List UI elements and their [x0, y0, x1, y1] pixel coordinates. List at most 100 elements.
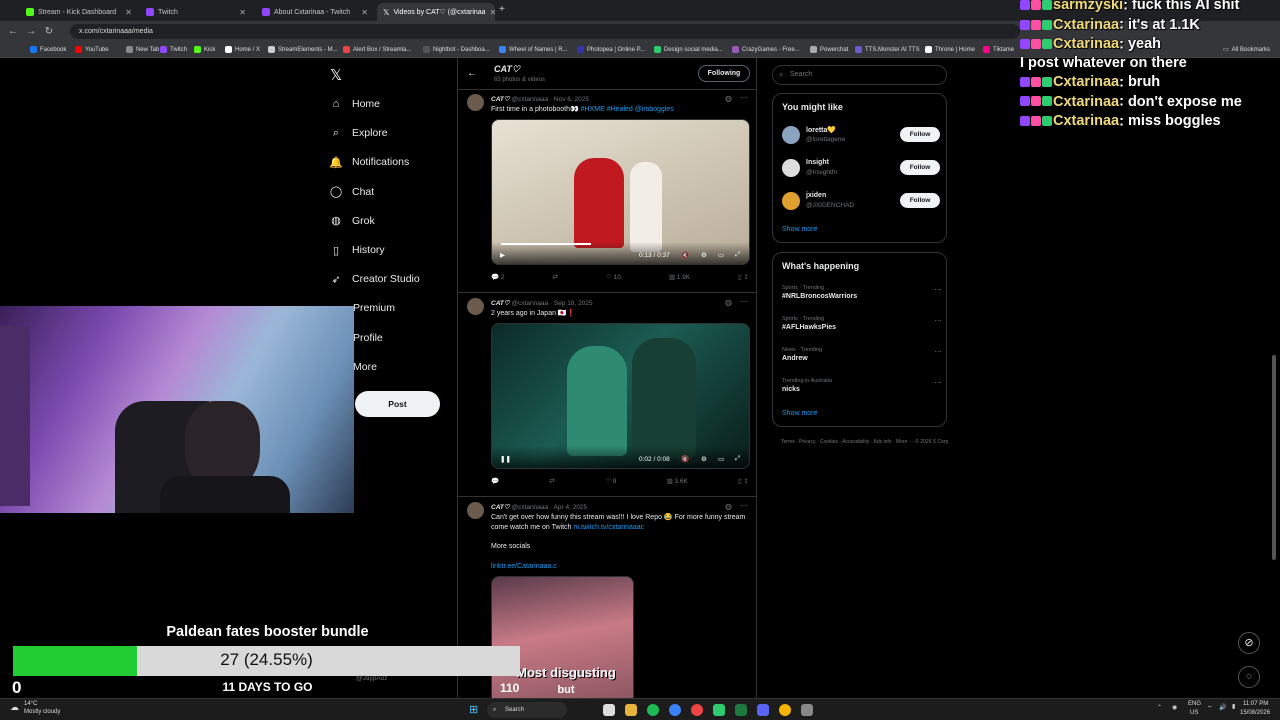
- bookmark-item[interactable]: Home / X: [225, 46, 260, 53]
- tweet-author[interactable]: CAT♡: [491, 300, 510, 307]
- address-bar[interactable]: x.com/cxtarinaaa/media: [70, 24, 1020, 39]
- bookmark-item[interactable]: Nightbot - Dashboa...: [423, 46, 490, 53]
- close-icon[interactable]: ✕: [361, 8, 368, 17]
- spotify-icon[interactable]: [647, 704, 659, 716]
- avatar[interactable]: [782, 159, 800, 177]
- bookmark-icon[interactable]: ▯ ⇪: [738, 477, 749, 485]
- follow-button[interactable]: Follow: [900, 127, 940, 142]
- nav-item-grok[interactable]: ◍ Grok: [330, 211, 375, 231]
- tab-x-videos[interactable]: 𝕏 Videos by CAT♡ (@cxtarinaa ✕: [377, 3, 495, 21]
- bookmark-item[interactable]: Tiktame: [983, 46, 1014, 53]
- pip-icon[interactable]: ▭: [718, 455, 724, 463]
- more-options-icon[interactable]: ⋯: [740, 93, 748, 102]
- taskbar-search[interactable]: ⌕ Search: [487, 702, 567, 718]
- tweet-author[interactable]: CAT♡: [491, 96, 510, 103]
- tweet-hashtags[interactable]: #HXME #Healed @imboggles: [581, 106, 674, 113]
- pip-icon[interactable]: ▭: [718, 251, 724, 259]
- grok-icon[interactable]: ◍: [725, 94, 732, 103]
- battery-icon[interactable]: ▮: [1232, 703, 1235, 710]
- more-options-icon[interactable]: ⋯: [934, 378, 942, 387]
- grok-icon[interactable]: ◍: [725, 502, 732, 511]
- profile-handle[interactable]: @JaypAuz: [356, 675, 388, 682]
- follow-button[interactable]: Follow: [900, 160, 940, 175]
- trend-item[interactable]: Sports · Trending #AFLHawksPies ⋯: [782, 316, 942, 331]
- bookmark-item[interactable]: Design social media...: [654, 46, 723, 53]
- avatar[interactable]: [782, 192, 800, 210]
- tweet-handle[interactable]: @cxtarinaaa: [512, 300, 549, 307]
- suggestion-item[interactable]: jxiden @JXIDENCHAD Follow: [782, 190, 942, 216]
- file-explorer-icon[interactable]: [625, 704, 637, 716]
- wifi-icon[interactable]: ⌔: [1207, 704, 1213, 712]
- windows-start-icon[interactable]: ⊞: [469, 703, 478, 716]
- back-arrow-icon[interactable]: ←: [467, 68, 477, 79]
- reply-button[interactable]: 💬 2: [491, 273, 505, 281]
- show-more-link[interactable]: Show more: [782, 226, 817, 233]
- avatar[interactable]: [782, 126, 800, 144]
- bookmark-item[interactable]: TTS.Monster AI TTS: [855, 46, 920, 53]
- more-options-icon[interactable]: ⋯: [740, 501, 748, 510]
- tweet-date[interactable]: Nov 6, 2025: [554, 96, 589, 103]
- avatar[interactable]: [467, 298, 484, 315]
- tray-icon[interactable]: ◉: [1172, 704, 1177, 711]
- weather-desc[interactable]: Mostly cloudy: [24, 709, 60, 715]
- tweet[interactable]: CAT♡ @cxtarinaaa · Nov 6, 2025 ◍ ⋯ First…: [458, 89, 756, 293]
- grok-float-icon[interactable]: ⊘: [1238, 632, 1260, 654]
- tray-chevron-icon[interactable]: ⌃: [1157, 704, 1162, 711]
- video-progress[interactable]: [501, 243, 591, 245]
- avatar[interactable]: [467, 94, 484, 111]
- tweet-handle[interactable]: @cxtarinaaa: [512, 504, 549, 511]
- clock-time[interactable]: 11:07 PM: [1243, 701, 1268, 707]
- bookmark-icon[interactable]: ▯ ⇪: [738, 273, 749, 281]
- chrome-profile-icon[interactable]: [779, 704, 791, 716]
- more-options-icon[interactable]: ⋯: [740, 297, 748, 306]
- bookmark-item[interactable]: Wheel of Names | R...: [499, 46, 568, 53]
- tab-twitch[interactable]: Twitch ✕: [140, 3, 252, 21]
- views-button[interactable]: ▥ 3.6K: [667, 477, 688, 485]
- following-button[interactable]: Following: [698, 65, 750, 82]
- bookmark-item[interactable]: YouTube: [75, 46, 109, 53]
- tab-kick-dashboard[interactable]: Stream - Kick Dashboard ✕: [20, 3, 138, 21]
- bookmark-item[interactable]: Twitch: [160, 46, 187, 53]
- lang-label[interactable]: ENG: [1188, 701, 1201, 707]
- views-button[interactable]: ▥ 1.9K: [669, 273, 690, 281]
- chrome-icon[interactable]: [669, 704, 681, 716]
- bookmark-item[interactable]: CrazyGames - Free...: [732, 46, 800, 53]
- trend-item[interactable]: News · Trending Andrew ⋯: [782, 347, 942, 362]
- nav-item-chat[interactable]: ◯ Chat: [330, 182, 374, 202]
- bookmark-item[interactable]: Facebook: [30, 46, 66, 53]
- nav-item-more[interactable]: More: [353, 357, 377, 377]
- trend-item[interactable]: Sports · Trending #NRLBroncosWarriors ⋯: [782, 285, 942, 300]
- task-view-icon[interactable]: [603, 704, 615, 716]
- mute-icon[interactable]: 🔇: [681, 251, 689, 259]
- avatar[interactable]: [467, 502, 484, 519]
- close-icon[interactable]: ✕: [490, 8, 495, 17]
- video-player[interactable]: ❚❚ 0:02 / 0:08 🔇 ⚙ ▭ ⤢: [491, 323, 750, 469]
- back-icon[interactable]: ←: [4, 26, 22, 37]
- tweet-date[interactable]: Sep 18, 2025: [554, 300, 593, 307]
- retweet-icon[interactable]: ⇄: [549, 477, 554, 485]
- follow-button[interactable]: Follow: [900, 193, 940, 208]
- volume-icon[interactable]: 🔊: [1219, 704, 1226, 711]
- tweet-date[interactable]: Apr 4, 2025: [554, 504, 588, 511]
- nav-item-creator-studio[interactable]: ➶ Creator Studio: [330, 269, 419, 289]
- scrollbar[interactable]: [1272, 355, 1276, 560]
- forward-icon[interactable]: →: [22, 26, 40, 37]
- more-options-icon[interactable]: ⋯: [934, 316, 942, 325]
- clock-date[interactable]: 15/08/2026: [1240, 710, 1270, 716]
- suggestion-item[interactable]: Insight @Insightfn Follow: [782, 157, 942, 183]
- twitch-link[interactable]: m.twitch.tv/cxtarinaaac: [573, 524, 644, 531]
- tweet-handle[interactable]: @cxtarinaaa: [512, 96, 549, 103]
- bookmark-item[interactable]: Kick: [194, 46, 215, 53]
- close-icon[interactable]: ✕: [239, 8, 246, 17]
- fullscreen-icon[interactable]: ⤢: [735, 251, 740, 259]
- close-icon[interactable]: ✕: [125, 8, 132, 17]
- app-icon[interactable]: [691, 704, 703, 716]
- sheets-icon[interactable]: [713, 704, 725, 716]
- suggestion-item[interactable]: loretta💛 @lorettagene Follow: [782, 124, 942, 150]
- settings-icon[interactable]: ⚙: [701, 455, 707, 463]
- nav-item-premium[interactable]: Premium: [353, 298, 395, 318]
- video-player[interactable]: ▶ 0:13 / 0:37 🔇 ⚙ ▭ ⤢: [491, 119, 750, 265]
- tab-about-cxtarinaa[interactable]: About Cxtarinaa - Twitch ✕: [256, 3, 374, 21]
- nav-item-home[interactable]: ⌂ Home: [330, 94, 380, 114]
- bookmark-item[interactable]: Alert Box / Streamla...: [343, 46, 411, 53]
